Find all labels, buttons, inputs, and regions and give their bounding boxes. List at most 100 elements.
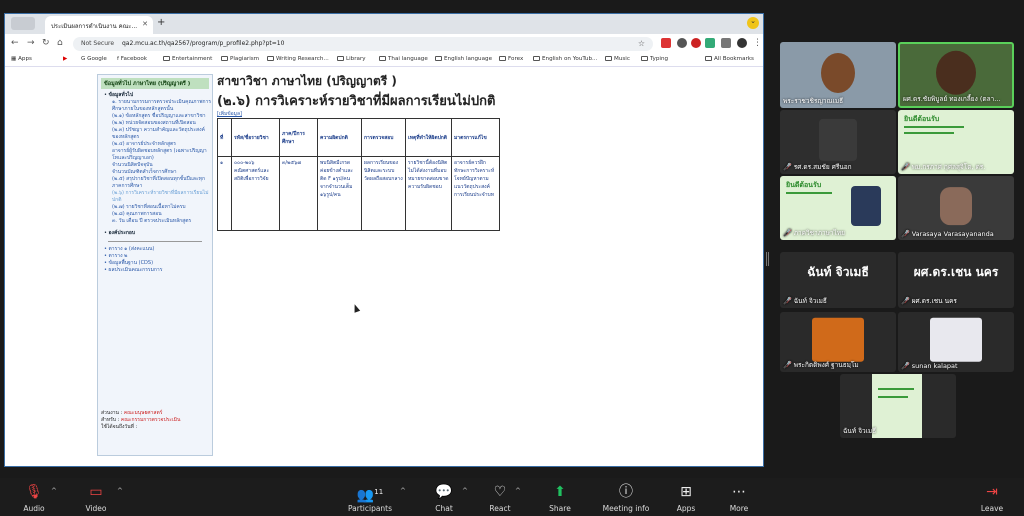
audio-button[interactable]: 🎙 Audio: [20, 484, 48, 513]
browser-tab-bar: ประเมินผลการดำเนินงาน คณะ... ✕ + ⌄: [5, 14, 763, 34]
bookmark-folder-typing[interactable]: Typing: [641, 56, 668, 62]
extensions-puzzle-icon[interactable]: [721, 38, 731, 48]
shared-browser-window: ประเมินผลการดำเนินงาน คณะ... ✕ + ⌄ ← → ↻…: [4, 13, 764, 467]
youtube-icon[interactable]: ▶: [63, 56, 67, 62]
participant-name: 🎤̸ พม.กรภาศ กุศลสุจิโต, ดร.: [901, 163, 986, 171]
profile-avatar-icon[interactable]: [737, 38, 747, 48]
leave-button[interactable]: ⇥ Leave: [978, 484, 1006, 513]
chat-button[interactable]: 💬 Chat: [430, 484, 458, 513]
participant-tile[interactable]: 🎤̸ พระกิตติพงศ์ ฐานธมฺโม: [780, 312, 896, 372]
participant-tile[interactable]: ยินดีต้อนรับ 🎤̸ ภาควิชาภาษาไทย: [780, 176, 896, 240]
apps-button[interactable]: ⊞ Apps: [672, 484, 700, 513]
bookmark-folder-music[interactable]: Music: [605, 56, 630, 62]
nav-results-link[interactable]: • ผลประเมินคณะกรรมการ: [104, 267, 212, 274]
nav-link[interactable]: จำนวนนิสิตปัจจุบัน: [112, 162, 212, 169]
nav-link[interactable]: (๒.๕) สรุปรายวิชาที่เปิดสอนทุกชั้นปีและท…: [112, 176, 212, 190]
mic-muted-icon: 🎤̸: [901, 163, 910, 171]
table-header: การตรวจสอบ: [361, 118, 406, 157]
add-data-link[interactable]: [เพิ่มข้อมูล]: [217, 110, 242, 118]
bookmarks-bar: ▦ Apps ▶ G Google f Facebook Entertainme…: [5, 53, 763, 67]
nav-link[interactable]: อาจารย์ผู้รับผิดชอบหลักสูตร (เฉพาะปริญญา…: [112, 148, 212, 162]
reload-icon[interactable]: ↻: [42, 38, 50, 48]
nav-link[interactable]: ๑. รายนามกรรมการตรวจประเมินคุณภาพการศึกษ…: [112, 99, 212, 113]
participant-tile[interactable]: 🎤̸ Varasaya Varasayananda: [898, 176, 1014, 240]
table-cell: พบนิสิตมีเกรดค่อยข้างต่ำและติด F ๑รูป/คน…: [317, 156, 362, 231]
address-bar[interactable]: Not Secure qa2.mcu.ac.th/qa2567/program/…: [73, 37, 653, 51]
nav-link[interactable]: (๒.๓) ปรัชญา ความสำคัญและวัตถุประสงค์ของ…: [112, 127, 212, 141]
bookmark-folder-english-language[interactable]: English language: [435, 56, 492, 62]
chat-options-chevron-icon[interactable]: ^: [462, 487, 468, 495]
browser-tab[interactable]: ประเมินผลการดำเนินงาน คณะ... ✕: [45, 16, 153, 34]
bookmark-apps[interactable]: ▦ Apps: [11, 56, 32, 62]
video-options-chevron-icon[interactable]: ^: [117, 487, 123, 495]
participant-tile[interactable]: ผศ.ดร.เชน นคร 🎤̸ ผศ.ดร.เชน นคร: [898, 252, 1014, 308]
nav-table-link[interactable]: • ตาราง ๒: [104, 253, 212, 260]
back-icon[interactable]: ←: [11, 38, 19, 48]
table-cell: ๐๐๐-๒๐๖ คณิตศาสตร์และสถิติเพื่อการวิจัย: [231, 156, 280, 231]
participant-name: ฉันท์ จิวเมธี: [843, 427, 877, 435]
nav-cds-link[interactable]: • ข้อมูลพื้นฐาน (CDS): [104, 260, 212, 267]
participant-name: 🎤̸ ผศ.ดร.เชน นคร: [901, 297, 957, 305]
tab-search-icon[interactable]: ⌄: [747, 17, 759, 29]
bookmark-folder-forex[interactable]: Forex: [499, 56, 523, 62]
bookmark-folder-thai-language[interactable]: Thai language: [379, 56, 428, 62]
participant-tile[interactable]: ยินดีต้อนรับ 🎤̸ พม.กรภาศ กุศลสุจิโต, ดร.: [898, 110, 1014, 174]
bookmark-folder-english-youtube[interactable]: English on YouTub...: [533, 56, 597, 62]
extension-icon[interactable]: [705, 38, 715, 48]
participant-tile[interactable]: พระราชวชิรญาณเมธี: [780, 42, 896, 108]
participant-video: [812, 317, 864, 362]
participant-tile[interactable]: ฉันท์ จิวเมธี: [840, 374, 956, 438]
participant-tile-active-speaker[interactable]: ผศ.ดร.ชัยพิบูลย์ ทองเกลี้ยง (ตลา...: [898, 42, 1014, 108]
browser-menu-icon[interactable]: ⋮: [753, 38, 762, 48]
participant-tile[interactable]: ฉันท์ จิวเมธี 🎤̸ ฉันท์ จิวเมธี: [780, 252, 896, 308]
bookmark-google[interactable]: G Google: [81, 56, 107, 62]
bookmark-folder-plagiarism[interactable]: Plagiarism: [221, 56, 259, 62]
panel-resize-handle[interactable]: [766, 252, 769, 266]
share-button[interactable]: ⬆ Share: [546, 484, 574, 513]
nav-link[interactable]: ๓. วัน เดือน ปี ตรวจประเมินหลักสูตร: [112, 218, 212, 225]
mic-muted-icon: 🎤̸: [901, 362, 910, 370]
video-button[interactable]: ▭ Video: [82, 484, 110, 513]
poster-heading: ยินดีต้อนรับ: [904, 115, 940, 123]
nav-link[interactable]: (๒.๑) ข้อหลักสูตร ชื่อปริญญาและสาขาวิชา: [112, 113, 212, 120]
bookmark-facebook[interactable]: f Facebook: [117, 56, 147, 62]
react-options-chevron-icon[interactable]: ^: [515, 487, 521, 495]
new-tab-button[interactable]: +: [157, 17, 165, 28]
home-icon[interactable]: ⌂: [57, 38, 63, 48]
tab-strip-menu-button[interactable]: [11, 17, 35, 30]
forward-icon[interactable]: →: [27, 38, 35, 48]
participant-video: [819, 118, 857, 161]
not-secure-label[interactable]: Not Secure: [81, 40, 114, 47]
nav-link-current[interactable]: (๒.๖) การวิเคราะห์รายวิชาที่มีผลการเรียน…: [112, 190, 212, 204]
participant-tile[interactable]: 🎤̸ sunan kalapat: [898, 312, 1014, 372]
nav-group-general: • ข้อมูลทั่วไป: [104, 92, 134, 98]
chat-icon: 💬: [435, 484, 453, 500]
audio-options-chevron-icon[interactable]: ^: [51, 487, 57, 495]
more-button[interactable]: ⋯ More: [725, 484, 753, 513]
participants-button[interactable]: 👥11 Participants: [346, 484, 394, 513]
web-page: ข้อมูลทั่วไป ภาษาไทย (ปริญญาตรี ) • ข้อม…: [5, 68, 763, 466]
bookmark-star-icon[interactable]: ☆: [638, 39, 645, 48]
participant-tile[interactable]: 🎤̸ รศ.ดร.สมชัย ศรีนอก: [780, 110, 896, 174]
nav-link[interactable]: จำนวนบัณฑิตสำเร็จการศึกษา: [112, 169, 212, 176]
extension-icon[interactable]: [691, 38, 701, 48]
nav-table-link[interactable]: • ตาราง ๑ (ส่งคะแนน): [104, 246, 212, 253]
extension-icon[interactable]: [677, 38, 687, 48]
react-button[interactable]: ♡ React: [486, 484, 514, 513]
table-header: รหัส/ชื่อรายวิชา: [231, 118, 280, 157]
extension-icon[interactable]: [661, 38, 671, 48]
nav-link[interactable]: (๒.๘) คุณภาพการสอน: [112, 211, 212, 218]
participants-options-chevron-icon[interactable]: ^: [400, 487, 406, 495]
nav-link[interactable]: (๒.๒) หน่วยจัดสอนของสถานที่เปิดสอน: [112, 120, 212, 127]
nav-link[interactable]: (๒.๔) อาจารย์ประจำหลักสูตร: [112, 141, 212, 148]
bookmark-folder-entertainment[interactable]: Entertainment: [163, 56, 212, 62]
mic-muted-icon: 🎙: [25, 484, 43, 500]
close-tab-icon[interactable]: ✕: [142, 20, 148, 28]
bookmark-folder-library[interactable]: Library: [337, 56, 366, 62]
meeting-info-button[interactable]: ⓘ Meeting info: [600, 484, 652, 513]
participant-name: พระราชวชิรญาณเมธี: [783, 97, 844, 105]
bookmark-folder-writing-research[interactable]: Writing Research...: [267, 56, 329, 62]
nav-link[interactable]: (๒.๗) รายวิชาที่สอนเนื้อหาไม่ครบ: [112, 204, 212, 211]
mic-muted-icon: 🎤̸: [901, 230, 910, 238]
all-bookmarks[interactable]: All Bookmarks: [705, 56, 754, 62]
